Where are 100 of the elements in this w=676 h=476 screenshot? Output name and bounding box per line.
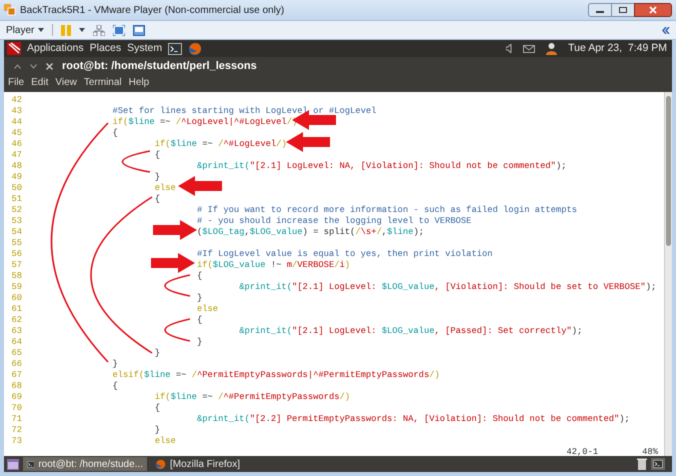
code-line: else (154, 183, 176, 194)
taskbar-item[interactable]: root@bt: /home/stude... (23, 457, 147, 471)
close-icon[interactable] (46, 62, 53, 70)
speaker-icon[interactable] (506, 44, 514, 53)
code-line: } (154, 172, 160, 183)
close-icon (649, 6, 657, 14)
code-line: ($LOG_tag,$LOG_value) = split(/\s+/,$line); (196, 227, 424, 238)
annotation-arrow (151, 253, 195, 273)
menu-item[interactable]: View (55, 75, 77, 90)
code-line: { (196, 315, 202, 326)
code-line: #Set for lines starting with LogLevel or #LogLevel (112, 106, 376, 117)
code-line: #If LogLevel value is equal to yes, then print violation (196, 249, 493, 260)
line-number: 53 (10, 216, 22, 227)
code-line: &print_it("[2.1] LogLevel: $LOG_value, [Violation]: Should be set to VERBOSE"); (239, 282, 656, 293)
line-number: 72 (10, 425, 22, 436)
window-title: BackTrack5R1 - VMware Player (Non-commercial use only) (20, 4, 284, 18)
line-number: 56 (10, 249, 22, 260)
code-line: # If you want to record more information - such as failed login attempts (196, 205, 578, 216)
line-number: 62 (10, 315, 22, 326)
network-icon[interactable] (93, 24, 106, 36)
line-number: 61 (10, 304, 22, 315)
line-number: 68 (10, 381, 22, 392)
code-line: &print_it("[2.1] LogLevel: $LOG_value, [Passed]: Set correctly"); (239, 326, 582, 337)
user-icon[interactable] (545, 42, 558, 55)
taskbar-item[interactable]: [Mozilla Firefox] (151, 457, 244, 471)
panel-menu[interactable]: Places (90, 40, 122, 56)
line-number: 42 (10, 95, 22, 106)
annotation-curve (164, 274, 190, 297)
code-line: &print_it("[2.1] LogLevel: NA, [Violation]: Should not be commented"); (196, 161, 566, 172)
line-number: 64 (10, 337, 22, 348)
unity-icon[interactable] (133, 24, 146, 36)
code-line: { (154, 150, 160, 161)
firefox-icon[interactable] (155, 458, 166, 470)
chevron-down-icon[interactable] (30, 64, 37, 68)
code-line: { (112, 381, 118, 392)
code-line: } (196, 293, 202, 304)
code-line: if($line =~ /^#PermitEmptyPasswords/) (154, 392, 350, 403)
terminal-title: root@bt: /home/student/perl_lessons (62, 58, 257, 74)
line-number: 46 (10, 139, 22, 150)
firefox-icon[interactable] (188, 42, 202, 56)
menu-item[interactable]: Help (128, 75, 150, 90)
line-number: 48 (10, 161, 22, 172)
menu-item[interactable]: File (8, 75, 24, 90)
line-number: 67 (10, 370, 22, 381)
annotation-curve (164, 318, 190, 342)
caret-icon[interactable] (79, 28, 86, 32)
clock[interactable]: Tue Apr 23, 7:49 PM (568, 40, 669, 56)
code-line: # - you should increase the logging level to VERBOSE (196, 216, 472, 227)
collapse-icon[interactable] (662, 26, 670, 34)
line-number: 55 (10, 238, 22, 249)
line-number: 51 (10, 194, 22, 205)
code-line: { (154, 194, 160, 205)
chevron-up-icon[interactable] (14, 64, 21, 68)
line-number: 60 (10, 293, 22, 304)
player-menu[interactable]: Player (6, 22, 44, 38)
terminal-launcher-icon[interactable] (168, 42, 182, 54)
line-number: 63 (10, 326, 22, 337)
app-icon (4, 4, 16, 16)
code-line: &print_it("[2.2] PermitEmptyPasswords: NA, [Violation]: Should not be commented"); (196, 414, 630, 425)
code-line: { (196, 271, 202, 282)
line-number: 50 (10, 183, 22, 194)
menu-item[interactable]: Terminal (84, 75, 122, 90)
line-number: 43 (10, 106, 22, 117)
annotation-arrow (286, 132, 330, 152)
line-number: 49 (10, 172, 22, 183)
dragon-logo-icon[interactable] (7, 42, 21, 55)
menu-item[interactable]: Edit (31, 75, 48, 90)
line-number: 69 (10, 392, 22, 403)
maximize-button[interactable] (612, 3, 634, 17)
mail-icon[interactable] (523, 44, 536, 52)
annotation-curve (122, 150, 150, 173)
terminal-icon[interactable] (27, 460, 34, 468)
cursor-position: 42,0-1 (566, 447, 598, 458)
fullscreen-icon[interactable] (113, 24, 126, 36)
line-number: 52 (10, 205, 22, 216)
scrollbar[interactable] (664, 92, 672, 456)
panel-menu[interactable]: Applications (27, 40, 84, 56)
code-line: { (154, 403, 160, 414)
trash-icon[interactable] (637, 458, 647, 470)
line-number: 71 (10, 414, 22, 425)
code-line: } (196, 337, 202, 348)
line-number: 54 (10, 227, 22, 238)
code-line: if($LOG_value !~ m/VERBOSE/i) (196, 260, 350, 271)
code-line: if($line =~ /^#LogLevel/) (154, 139, 287, 150)
close-button[interactable] (634, 3, 672, 17)
scroll-thumb[interactable] (666, 96, 671, 246)
line-number: 47 (10, 150, 22, 161)
workspace-icon[interactable] (653, 460, 663, 468)
line-number: 59 (10, 282, 22, 293)
code-line: else (154, 436, 176, 447)
annotation-arrow (178, 176, 222, 196)
code-line: elsif($line =~ /^PermitEmptyPasswords|^#PermitEmptyPasswords/) (112, 370, 440, 381)
line-number: 44 (10, 117, 22, 128)
panel-menu[interactable]: System (127, 40, 162, 56)
show-desktop-icon[interactable] (7, 458, 19, 470)
minimize-button[interactable] (588, 3, 612, 17)
code-line: { (112, 128, 118, 139)
code-line: } (154, 348, 160, 359)
line-number: 57 (10, 260, 22, 271)
caret-icon (38, 28, 44, 32)
